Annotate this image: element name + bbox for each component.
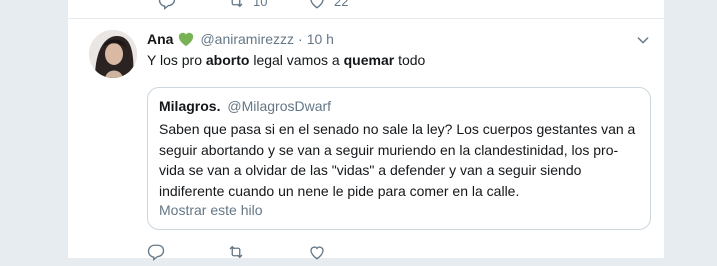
like-button[interactable] <box>308 243 326 261</box>
tweet-text-part: todo <box>394 52 426 68</box>
heart-outline-icon <box>310 246 324 260</box>
reply-button[interactable] <box>147 243 165 261</box>
quoted-text-line: seguir abortando y se van a seguir murie… <box>159 141 619 158</box>
quoted-author-username: @MilagrosDwarf <box>227 98 332 114</box>
quoted-tweet-text: Saben que pasa si en el senado no sale l… <box>159 119 643 201</box>
tweet-text: Y los pro aborto legal vamos a quemar to… <box>147 50 425 70</box>
retweet-icon <box>229 245 243 259</box>
tweet-timestamp[interactable]: 10 h <box>307 31 334 47</box>
separator-dot: · <box>298 31 303 47</box>
like-count: 22 <box>334 0 349 9</box>
heart-outline-icon <box>310 0 324 9</box>
tweet-header: Ana @aniramirezzz · 10 h <box>147 30 334 48</box>
retweet-button[interactable] <box>227 243 245 261</box>
green-heart-icon <box>179 32 194 47</box>
previous-tweet-actions: 10 22 <box>68 0 664 18</box>
author-name[interactable]: Ana <box>147 31 173 47</box>
quoted-text-line: vida se van a olvidar de las "vidas" a d… <box>159 162 582 178</box>
tweet-text-highlight: aborto <box>205 52 250 68</box>
avatar[interactable] <box>89 30 137 78</box>
quoted-author-name: Milagros. <box>159 98 221 114</box>
tweet[interactable]: Ana @aniramirezzz · 10 h Y los pro abort… <box>68 19 664 261</box>
show-thread-link[interactable]: Mostrar este hilo <box>159 202 262 218</box>
like-button[interactable]: 22 <box>308 0 348 10</box>
quoted-tweet[interactable]: Milagros. @MilagrosDwarf Saben que pasa … <box>147 87 651 230</box>
timeline: 10 22 Ana @aniramirezzz · 10 h Y los pro… <box>67 0 665 261</box>
reply-button[interactable] <box>158 0 176 10</box>
reply-icon <box>147 244 165 261</box>
retweet-button[interactable]: 10 <box>227 0 267 10</box>
chevron-down-icon[interactable] <box>635 32 651 48</box>
tweet-text-part: legal vamos a <box>249 52 344 68</box>
reply-icon <box>158 0 176 10</box>
retweet-count: 10 <box>253 0 268 9</box>
avatar-photo <box>89 30 137 78</box>
quoted-text-line: Saben que pasa si en el senado no sale l… <box>159 121 636 137</box>
tweet-text-highlight: quemar <box>343 52 395 68</box>
author-username[interactable]: @aniramirezzz <box>200 31 294 47</box>
tweet-text-part: Y los pro <box>147 52 206 68</box>
quoted-text-line: indiferente cuando un nene le pide para … <box>159 182 520 199</box>
tweet-actions <box>147 243 547 263</box>
retweet-icon <box>231 0 243 8</box>
quoted-tweet-header: Milagros. @MilagrosDwarf <box>159 98 331 114</box>
